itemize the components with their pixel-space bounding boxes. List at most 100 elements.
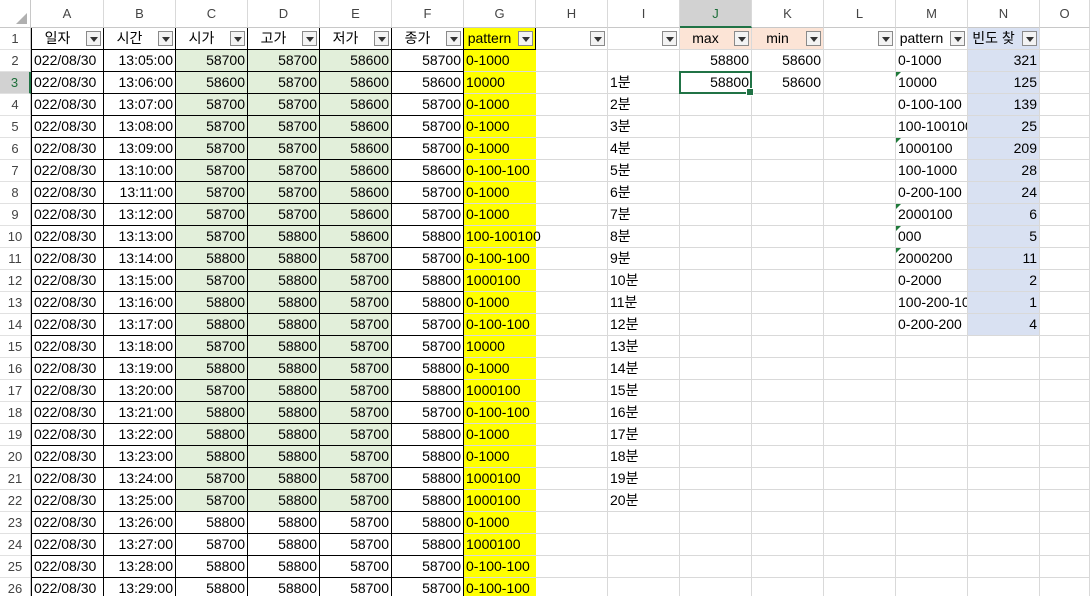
time-cell[interactable]: 13:14:00 [104, 248, 176, 270]
time-cell[interactable]: 13:21:00 [104, 402, 176, 424]
grid-cell[interactable] [536, 248, 608, 270]
grid-cell[interactable] [1040, 358, 1090, 380]
grid-cell[interactable] [1040, 28, 1090, 50]
pattern-cell[interactable]: 0-1000 [464, 446, 536, 468]
minute-label-cell[interactable]: 17분 [608, 424, 680, 446]
low-price-cell[interactable]: 58600 [320, 94, 392, 116]
time-cell[interactable]: 13:25:00 [104, 490, 176, 512]
filter-dropdown-button-f[interactable] [446, 31, 461, 46]
date-cell[interactable]: 022/08/30 [31, 314, 104, 336]
low-price-cell[interactable]: 58600 [320, 182, 392, 204]
grid-cell[interactable] [824, 204, 896, 226]
close-price-cell[interactable]: 58700 [392, 336, 464, 358]
frequency-pattern-cell[interactable]: 0-200-100 [896, 182, 968, 204]
date-cell[interactable]: 022/08/30 [31, 446, 104, 468]
grid-cell[interactable] [824, 314, 896, 336]
grid-cell[interactable] [968, 578, 1040, 596]
high-price-cell[interactable]: 58700 [248, 138, 320, 160]
row-header-1[interactable]: 1 [0, 28, 31, 50]
low-price-cell[interactable]: 58600 [320, 160, 392, 182]
header-max[interactable]: max [680, 28, 752, 50]
close-price-cell[interactable]: 58700 [392, 402, 464, 424]
grid-cell[interactable] [1040, 468, 1090, 490]
grid-cell[interactable] [896, 556, 968, 578]
header-i[interactable] [608, 28, 680, 50]
frequency-count-cell[interactable]: 125 [968, 72, 1040, 94]
high-price-cell[interactable]: 58800 [248, 358, 320, 380]
close-price-cell[interactable]: 58700 [392, 50, 464, 72]
open-price-cell[interactable]: 58700 [176, 138, 248, 160]
minute-label-cell[interactable]: 10분 [608, 270, 680, 292]
close-price-cell[interactable]: 58800 [392, 424, 464, 446]
pattern-cell[interactable]: 0-1000 [464, 292, 536, 314]
open-price-cell[interactable]: 58700 [176, 490, 248, 512]
close-price-cell[interactable]: 58800 [392, 380, 464, 402]
pattern-cell[interactable]: 10000 [464, 336, 536, 358]
frequency-pattern-cell[interactable]: 2000200 [896, 248, 968, 270]
minute-label-cell[interactable]: 9분 [608, 248, 680, 270]
close-price-cell[interactable]: 58800 [392, 358, 464, 380]
header-e[interactable]: 저가 [320, 28, 392, 50]
close-price-cell[interactable]: 58700 [392, 556, 464, 578]
header-f[interactable]: 종가 [392, 28, 464, 50]
grid-cell[interactable] [1040, 226, 1090, 248]
open-price-cell[interactable]: 58800 [176, 314, 248, 336]
pattern-cell[interactable]: 1000100 [464, 534, 536, 556]
grid-cell[interactable] [896, 380, 968, 402]
grid-cell[interactable] [536, 94, 608, 116]
grid-cell[interactable] [680, 402, 752, 424]
low-price-cell[interactable]: 58700 [320, 424, 392, 446]
spreadsheet-grid[interactable]: A B C D E F G H I J K L M N O 1 2 3 4 5 6 7 8 9 10 11 12 13 14 15 16 17… [0, 0, 1090, 596]
low-price-cell[interactable]: 58700 [320, 336, 392, 358]
grid-cell[interactable] [824, 468, 896, 490]
low-price-cell[interactable]: 58600 [320, 72, 392, 94]
frequency-pattern-cell[interactable]: 000 [896, 226, 968, 248]
high-price-cell[interactable]: 58800 [248, 424, 320, 446]
grid-cell[interactable] [752, 160, 824, 182]
frequency-count-cell[interactable]: 4 [968, 314, 1040, 336]
filter-dropdown-button-i[interactable] [662, 31, 677, 46]
pattern-cell[interactable]: 100-100100 [464, 226, 541, 248]
row-header-26[interactable]: 26 [0, 578, 31, 596]
column-header-o[interactable]: O [1040, 0, 1090, 28]
grid-cell[interactable] [536, 556, 608, 578]
grid-cell[interactable] [1040, 314, 1090, 336]
close-price-cell[interactable]: 58800 [392, 468, 464, 490]
row-header-23[interactable]: 23 [0, 512, 31, 534]
high-price-cell[interactable]: 58800 [248, 490, 320, 512]
grid-cell[interactable] [608, 556, 680, 578]
grid-cell[interactable] [536, 336, 608, 358]
grid-cell[interactable] [824, 116, 896, 138]
high-price-cell[interactable]: 58700 [248, 160, 320, 182]
filter-dropdown-button-n[interactable] [1022, 31, 1037, 46]
row-header-25[interactable]: 25 [0, 556, 31, 578]
low-price-cell[interactable]: 58700 [320, 512, 392, 534]
time-cell[interactable]: 13:22:00 [104, 424, 176, 446]
frequency-count-cell[interactable]: 6 [968, 204, 1040, 226]
grid-cell[interactable] [1040, 446, 1090, 468]
grid-cell[interactable] [752, 534, 824, 556]
open-price-cell[interactable]: 58700 [176, 336, 248, 358]
time-cell[interactable]: 13:05:00 [104, 50, 176, 72]
low-price-cell[interactable]: 58700 [320, 534, 392, 556]
row-header-14[interactable]: 14 [0, 314, 31, 336]
grid-cell[interactable] [1040, 248, 1090, 270]
row-header-15[interactable]: 15 [0, 336, 31, 358]
grid-cell[interactable] [752, 138, 824, 160]
grid-cell[interactable] [752, 292, 824, 314]
date-cell[interactable]: 022/08/30 [31, 94, 104, 116]
time-cell[interactable]: 13:08:00 [104, 116, 176, 138]
grid-cell[interactable] [824, 490, 896, 512]
high-price-cell[interactable]: 58700 [248, 116, 320, 138]
low-price-cell[interactable]: 58700 [320, 358, 392, 380]
grid-cell[interactable] [968, 512, 1040, 534]
minute-label-cell[interactable]: 13분 [608, 336, 680, 358]
grid-cell[interactable] [680, 556, 752, 578]
pattern-cell[interactable]: 0-100-100 [464, 314, 536, 336]
grid-cell[interactable] [1040, 490, 1090, 512]
pattern-cell[interactable]: 0-100-100 [464, 556, 536, 578]
grid-cell[interactable] [536, 270, 608, 292]
grid-cell[interactable] [536, 226, 608, 248]
high-price-cell[interactable]: 58800 [248, 270, 320, 292]
grid-cell[interactable] [824, 512, 896, 534]
